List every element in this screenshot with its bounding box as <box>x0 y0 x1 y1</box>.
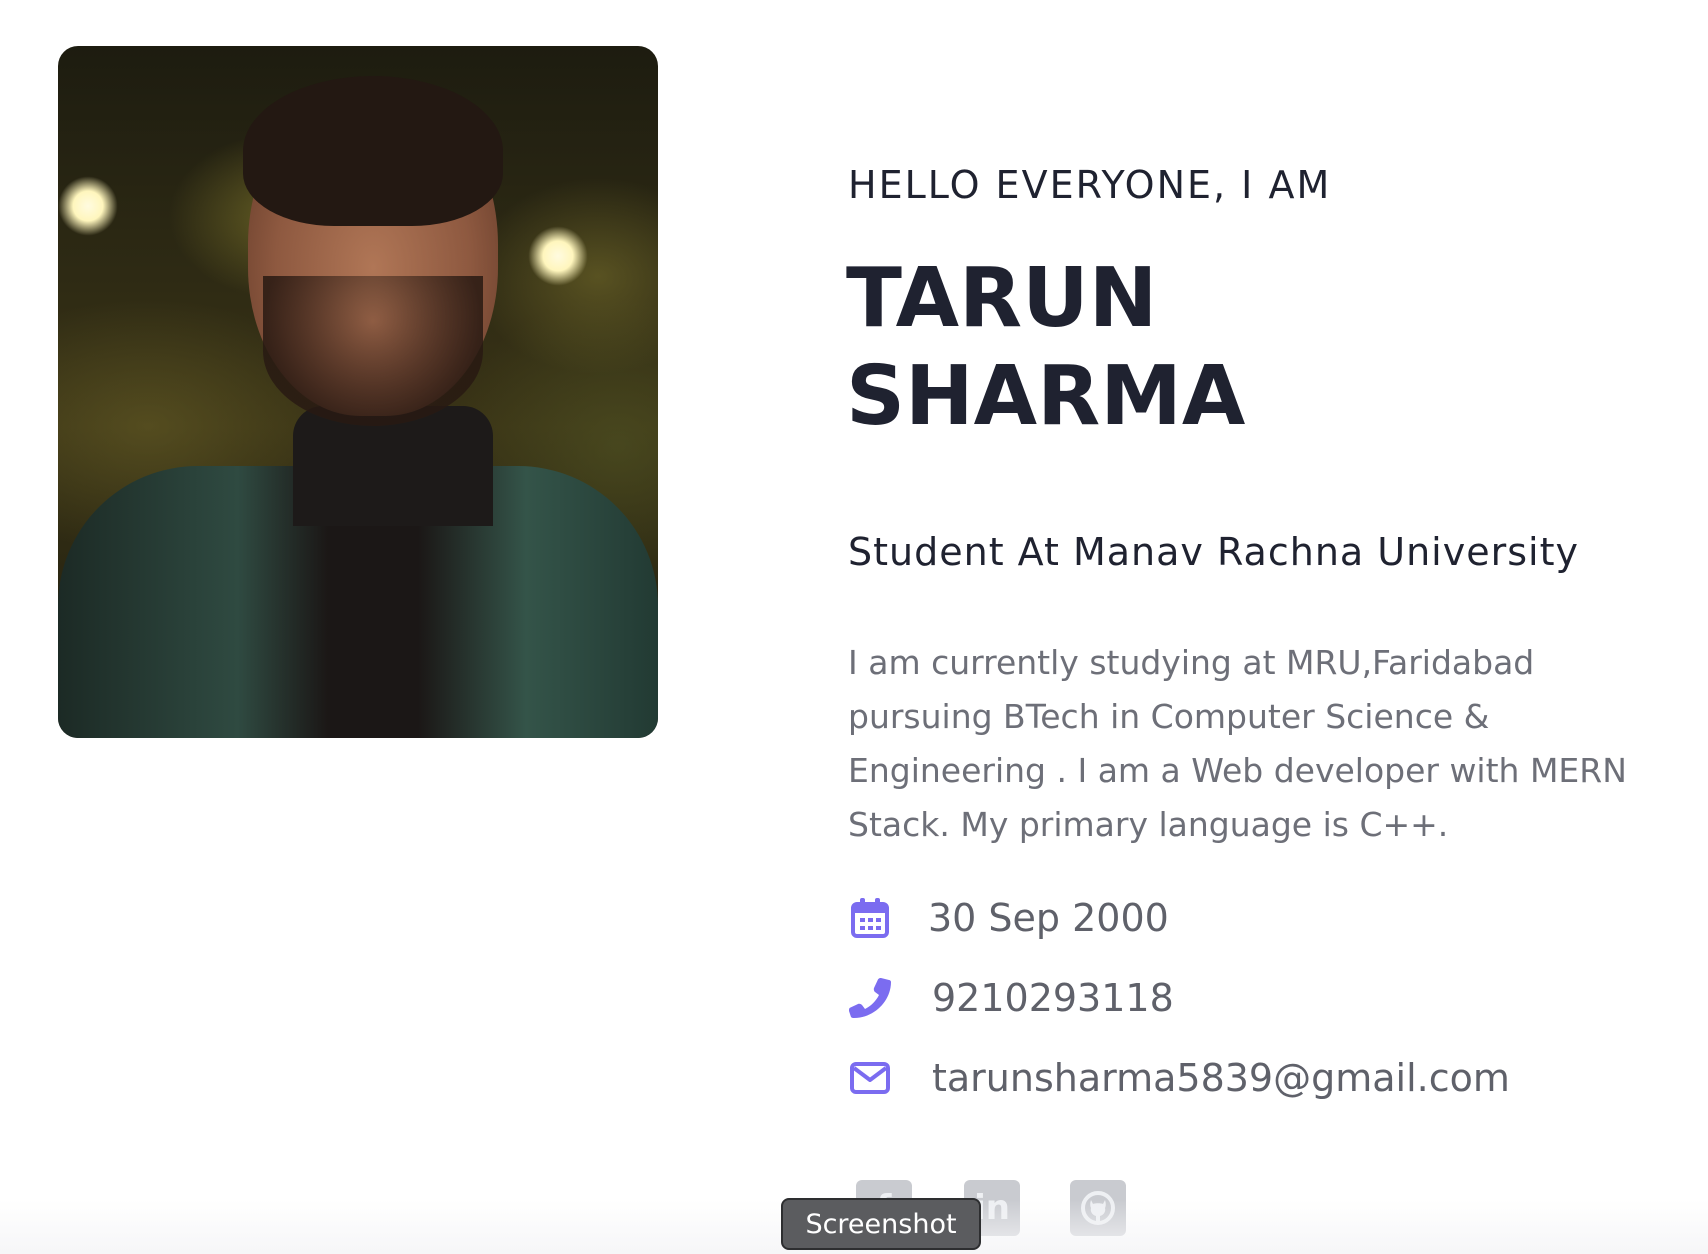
first-name: TARUN <box>846 251 1158 346</box>
email-row: tarunsharma5839@gmail.com <box>846 1054 1510 1102</box>
portfolio-hero: HELLO EVERYONE, I AM TARUN SHARMA Studen… <box>0 0 1708 1254</box>
email-value[interactable]: tarunsharma5839@gmail.com <box>932 1056 1510 1100</box>
role-subtitle: Student At Manav Rachna University <box>848 530 1579 574</box>
greeting-text: HELLO EVERYONE, I AM <box>848 163 1332 207</box>
dob-value: 30 Sep 2000 <box>928 896 1169 940</box>
envelope-icon <box>846 1054 894 1102</box>
profile-name: TARUN SHARMA <box>846 250 1245 446</box>
calendar-icon <box>846 894 894 942</box>
profile-photo <box>58 46 658 738</box>
phone-value: 9210293118 <box>932 976 1174 1020</box>
screenshot-tooltip: Screenshot <box>781 1198 981 1250</box>
dob-row: 30 Sep 2000 <box>846 894 1169 942</box>
phone-row: 9210293118 <box>846 974 1174 1022</box>
phone-icon <box>846 974 894 1022</box>
last-name: SHARMA <box>846 349 1246 444</box>
bio-paragraph: I am currently studying at MRU,Faridabad… <box>848 643 1627 844</box>
